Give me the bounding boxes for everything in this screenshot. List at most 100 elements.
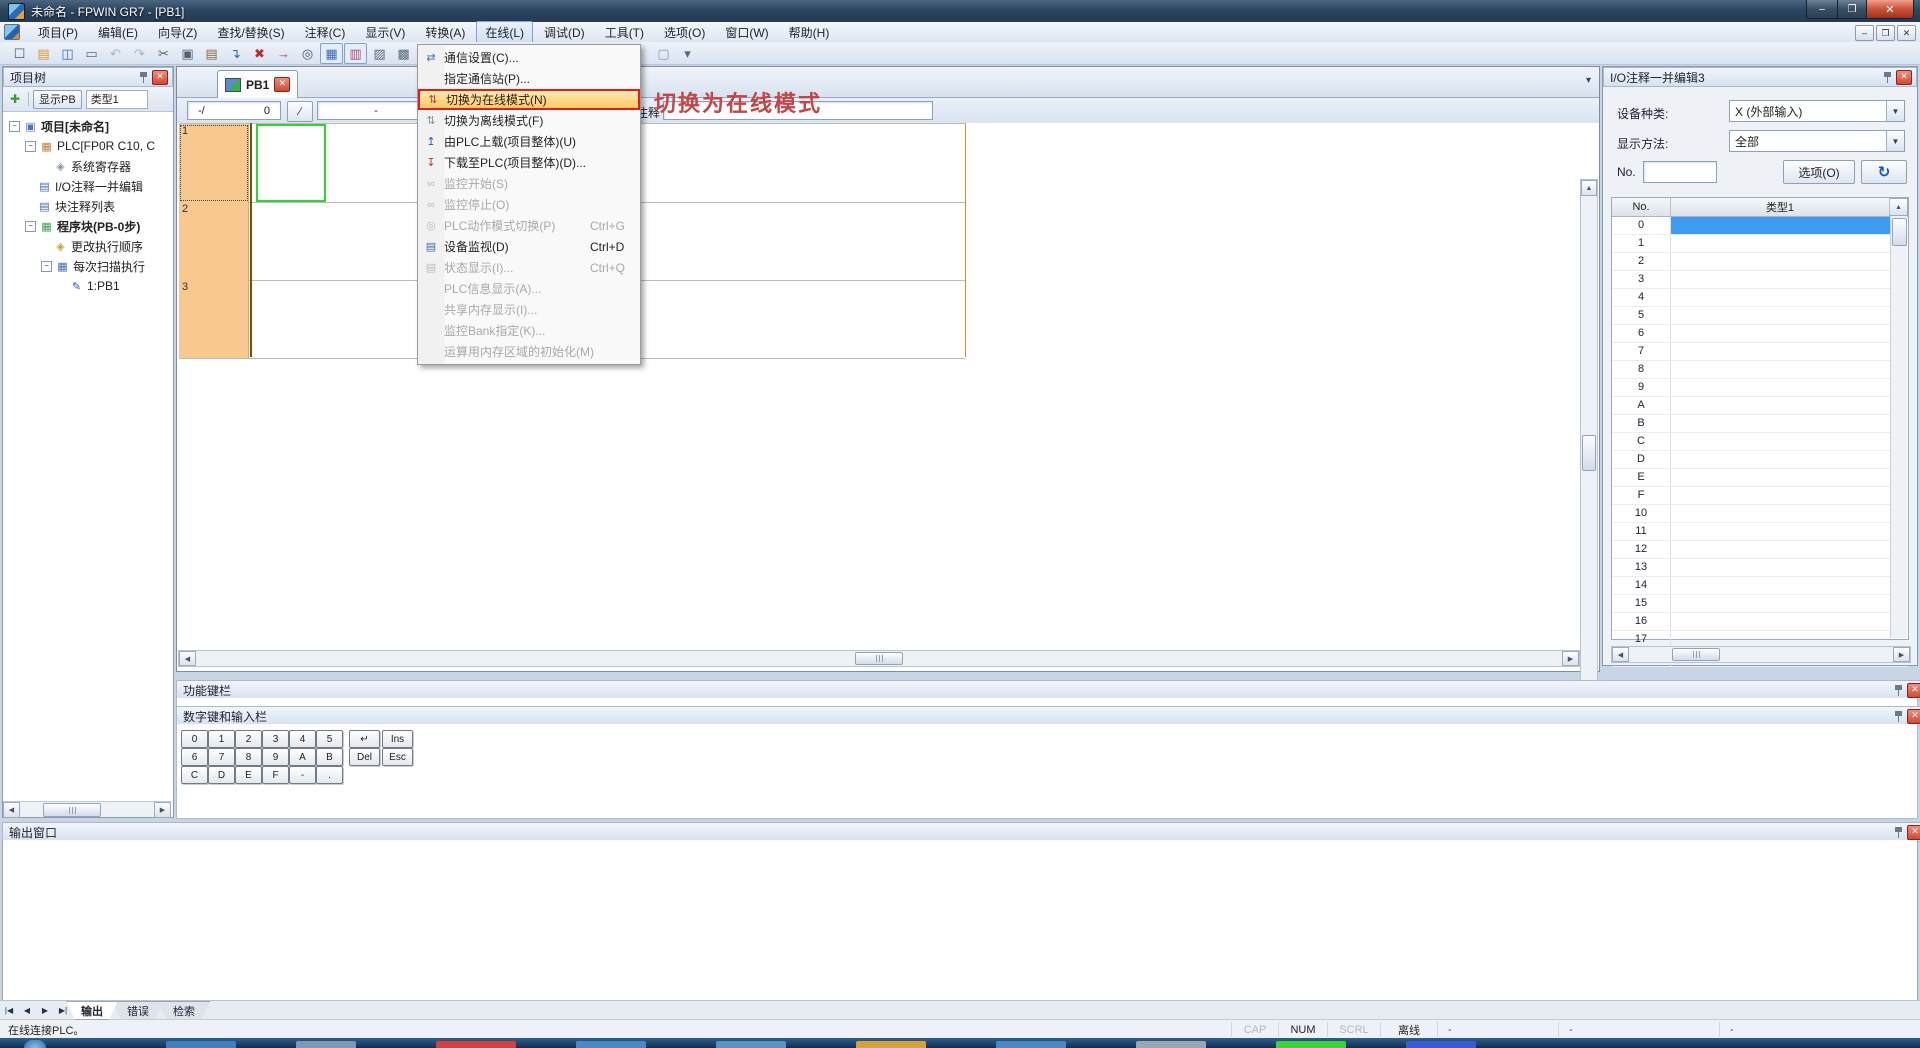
taskbar-item[interactable] [716,1041,786,1048]
tree-expander-icon[interactable]: − [41,261,52,272]
table-row[interactable]: 15 [1612,595,1908,613]
address-field[interactable]: -/ 0 [187,101,281,120]
tab-nav-icon-0[interactable]: |◀ [1,1003,17,1017]
row-type1-cell[interactable] [1671,397,1891,414]
mdi-restore-button[interactable]: ❐ [1876,25,1895,41]
table-row[interactable]: D [1612,451,1908,469]
close-icon[interactable]: ✕ [1907,709,1920,724]
chevron-down-icon[interactable]: ▼ [1886,131,1904,151]
close-icon[interactable]: ✕ [1907,683,1920,698]
taskbar-item[interactable] [296,1041,356,1048]
keypad-key-Ins[interactable]: Ins [382,730,413,748]
row-type1-cell[interactable] [1671,235,1891,252]
row-type1-cell[interactable] [1671,271,1891,288]
open-icon[interactable]: ▤ [32,43,55,64]
tree-expander-icon[interactable]: − [25,141,36,152]
filter-icon[interactable]: ✚ [6,90,24,108]
keypad-key-D[interactable]: D [208,766,235,784]
io-panel-hscrollbar[interactable]: ◀ ▶ [1611,646,1911,663]
new-icon[interactable]: ☐ [8,43,31,64]
contact-toggle-button[interactable]: ∕ [287,101,313,122]
keypad-key-F[interactable]: F [262,766,289,784]
menubar-item-convert[interactable]: 转换(A) [416,21,474,44]
table-row[interactable]: F [1612,487,1908,505]
menubar-item-help[interactable]: 帮助(H) [780,21,839,44]
keypad-key-3[interactable]: 3 [262,730,289,748]
row-type1-cell[interactable] [1671,379,1891,396]
menubar-item-options[interactable]: 选项(O) [655,21,714,44]
menubar-item-edit[interactable]: 编辑(E) [89,21,147,44]
keypad-key-Esc[interactable]: Esc [382,748,413,766]
row-type1-cell[interactable] [1671,523,1891,540]
table-row[interactable]: 9 [1612,379,1908,397]
row-type1-cell[interactable] [1671,559,1891,576]
tree-hscrollbar[interactable]: ◀ ▶ [3,801,171,817]
tab-nav-icon-2[interactable]: ▶ [37,1003,53,1017]
ladder-grid[interactable]: 123 ▲ ▼ ◀ ▶ [177,123,1599,671]
menu-item-device-monitor[interactable]: ▤设备监视(D)Ctrl+D [418,236,640,257]
menubar-item-online[interactable]: 在线(L) [476,21,533,44]
taskbar-item[interactable] [166,1041,236,1048]
menubar-item-tools[interactable]: 工具(T) [596,21,653,44]
keypad-key-6[interactable]: 6 [181,748,208,766]
row-type1-cell[interactable] [1671,451,1891,468]
tree-item-program-block[interactable]: −▦程序块(PB-0步) [3,216,173,236]
taskbar-item[interactable] [1136,1041,1206,1048]
tab-pb1[interactable]: PB1 ✕ [217,70,298,98]
table-row[interactable]: 16 [1612,613,1908,631]
row-type1-cell[interactable] [1671,289,1891,306]
tree-item-project-root[interactable]: −▣项目[未命名] [3,116,173,136]
function-bar-toggle-icon[interactable]: ▥ [344,43,367,64]
menu-item-assign-comm-station[interactable]: 指定通信站(P)... [418,68,640,89]
keypad-key-2[interactable]: 2 [235,730,262,748]
menu-item-switch-offline-mode[interactable]: ⇅切换为离线模式(F) [418,110,640,131]
table-row[interactable]: 14 [1612,577,1908,595]
table-row[interactable]: 8 [1612,361,1908,379]
row-type1-cell[interactable] [1671,415,1891,432]
table-row[interactable]: 12 [1612,541,1908,559]
scroll-left-icon[interactable]: ◀ [1612,647,1629,662]
table-row[interactable]: 7 [1612,343,1908,361]
cut-icon[interactable]: ✂ [152,43,175,64]
table-row[interactable]: 10 [1612,505,1908,523]
keypad-key-C[interactable]: C [181,766,208,784]
table-row[interactable]: 2 [1612,253,1908,271]
keypad-key-7[interactable]: 7 [208,748,235,766]
tree-hscroll-thumb[interactable] [43,803,101,817]
table-row[interactable]: 5 [1612,307,1908,325]
tab-output[interactable]: 输出 [66,1001,118,1020]
taskbar-item[interactable] [996,1041,1066,1048]
mdi-minimize-button[interactable]: – [1855,25,1874,41]
refresh-button[interactable]: ↻ [1861,160,1907,184]
row-type1-cell[interactable] [1671,505,1891,522]
editor-hscroll-thumb[interactable] [855,652,903,665]
ladder-row-header[interactable]: 1 [179,124,249,202]
monitor-grid2-icon[interactable]: ▩ [392,43,415,64]
scroll-up-icon[interactable]: ▲ [1581,180,1597,196]
taskbar-item[interactable] [1276,1041,1346,1048]
tree-item-io-comment-edit[interactable]: ▤I/O注释一并编辑 [3,176,173,196]
paste-icon[interactable]: ▤ [200,43,223,64]
jump-icon[interactable]: → [272,43,295,64]
row-type1-cell[interactable] [1671,307,1891,324]
pin-icon[interactable] [140,72,147,83]
scroll-left-icon[interactable]: ◀ [179,651,196,666]
menu-item-switch-online-mode[interactable]: ⇅切换为在线模式(N) [418,89,640,110]
menubar-item-project[interactable]: 项目(P) [29,21,87,44]
row-type1-cell[interactable] [1671,343,1891,360]
row-type1-cell[interactable] [1671,469,1891,486]
minimize-button[interactable]: – [1806,0,1838,19]
table-row[interactable]: 11 [1612,523,1908,541]
row-type1-cell[interactable] [1671,595,1891,612]
ladder-row-header[interactable]: 2 [179,202,249,280]
tree-item-plc-node[interactable]: −▦PLC[FP0R C10, C [3,136,173,156]
close-button[interactable]: ✕ [1867,0,1914,19]
editor-vscrollbar[interactable]: ▲ ▼ [1580,179,1598,706]
keypad-key-5[interactable]: 5 [316,730,343,748]
table-row[interactable]: 13 [1612,559,1908,577]
row-type1-cell[interactable] [1671,217,1891,234]
pin-icon[interactable] [1884,72,1891,83]
pin-icon[interactable] [1895,685,1902,696]
window-list-caret-icon[interactable]: ▾ [1586,75,1591,86]
type-selector[interactable]: 类型1 [86,90,148,109]
